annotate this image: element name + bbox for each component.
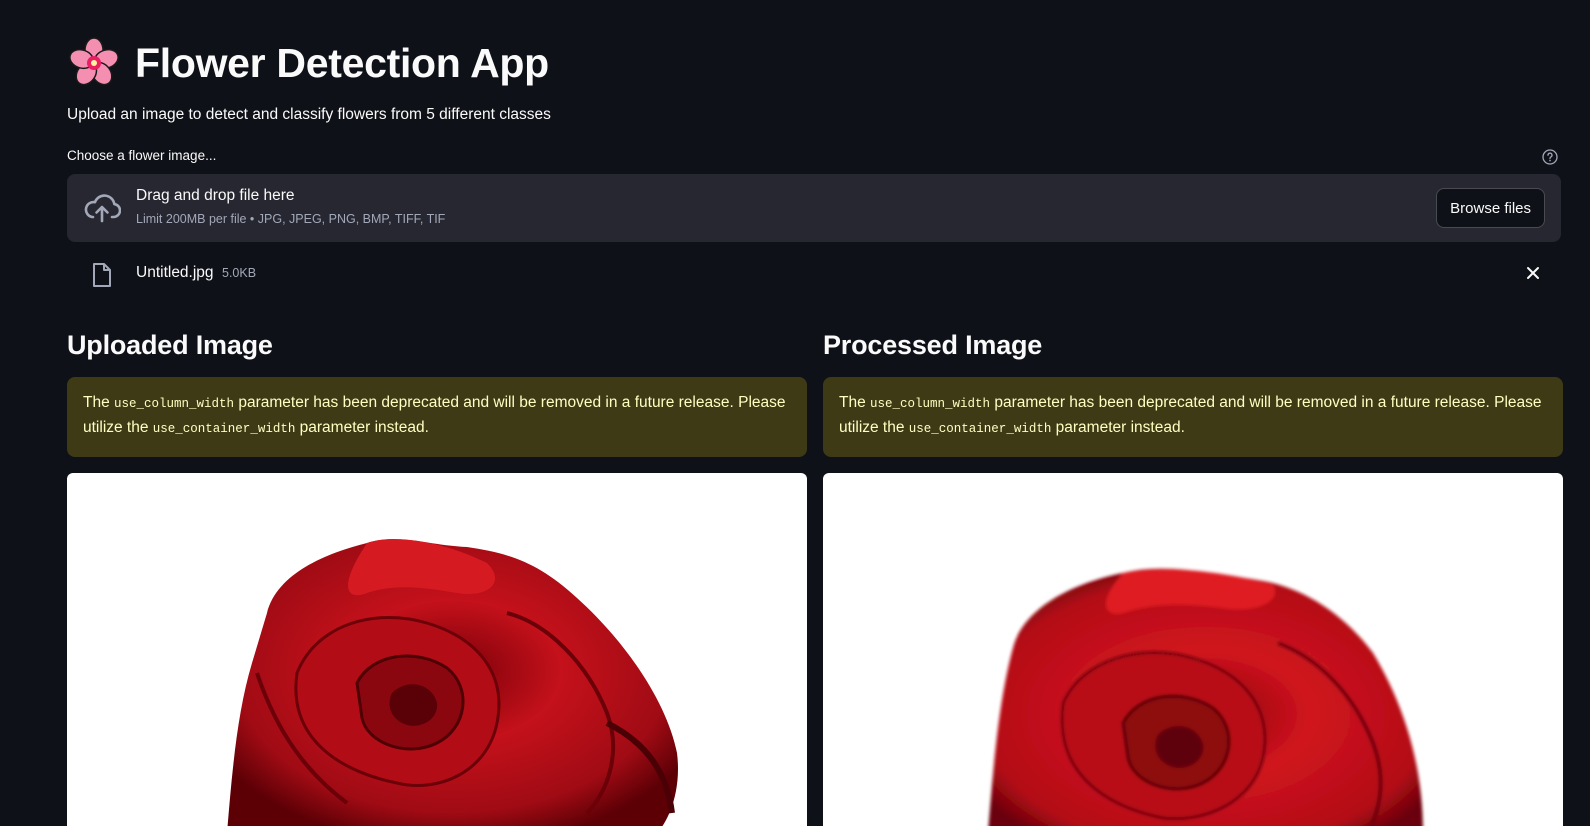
deprecation-warning: The use_column_width parameter has been … [823, 377, 1563, 457]
file-size: 5.0KB [222, 266, 257, 280]
title-row: Flower Detection App [67, 36, 549, 90]
cloud-upload-icon [84, 194, 121, 223]
dropzone-limit: Limit 200MB per file • JPG, JPEG, PNG, B… [136, 212, 446, 226]
app-root: Flower Detection App Upload an image to … [0, 0, 1590, 826]
warning-code-container-width: use_container_width [908, 422, 1052, 436]
file-icon [93, 263, 111, 287]
help-icon[interactable] [1542, 149, 1558, 165]
warning-text-post: parameter instead. [1051, 419, 1185, 436]
uploaded-image-column: Uploaded Image The use_column_width para… [67, 324, 807, 826]
warning-code-column-width: use_column_width [870, 397, 991, 411]
processed-image [823, 473, 1563, 826]
file-dropzone[interactable]: Drag and drop file here Limit 200MB per … [67, 174, 1561, 242]
deprecation-warning: The use_column_width parameter has been … [67, 377, 807, 457]
cherry-blossom-icon [69, 37, 119, 86]
uploaded-file-row: Untitled.jpg 5.0KB [67, 256, 1561, 292]
dropzone-title: Drag and drop file here [136, 187, 295, 204]
warning-text-post: parameter instead. [295, 419, 429, 436]
processed-image-heading: Processed Image [823, 330, 1043, 360]
page-subtitle: Upload an image to detect and classify f… [67, 106, 551, 123]
warning-text-pre: The [839, 394, 871, 411]
browse-files-button[interactable]: Browse files [1436, 188, 1545, 228]
uploaded-image-heading: Uploaded Image [67, 330, 273, 360]
rose-image [227, 539, 678, 826]
uploaded-image [67, 473, 807, 826]
page-title: Flower Detection App [135, 39, 549, 86]
file-name: Untitled.jpg [136, 264, 214, 281]
warning-text-pre: The [83, 394, 115, 411]
uploader-label: Choose a flower image... [67, 148, 217, 163]
warning-code-container-width: use_container_width [152, 422, 296, 436]
close-icon[interactable] [1525, 265, 1541, 281]
processed-image-column: Processed Image The use_column_width par… [823, 324, 1563, 826]
rose-image [988, 568, 1423, 826]
warning-code-column-width: use_column_width [114, 397, 235, 411]
